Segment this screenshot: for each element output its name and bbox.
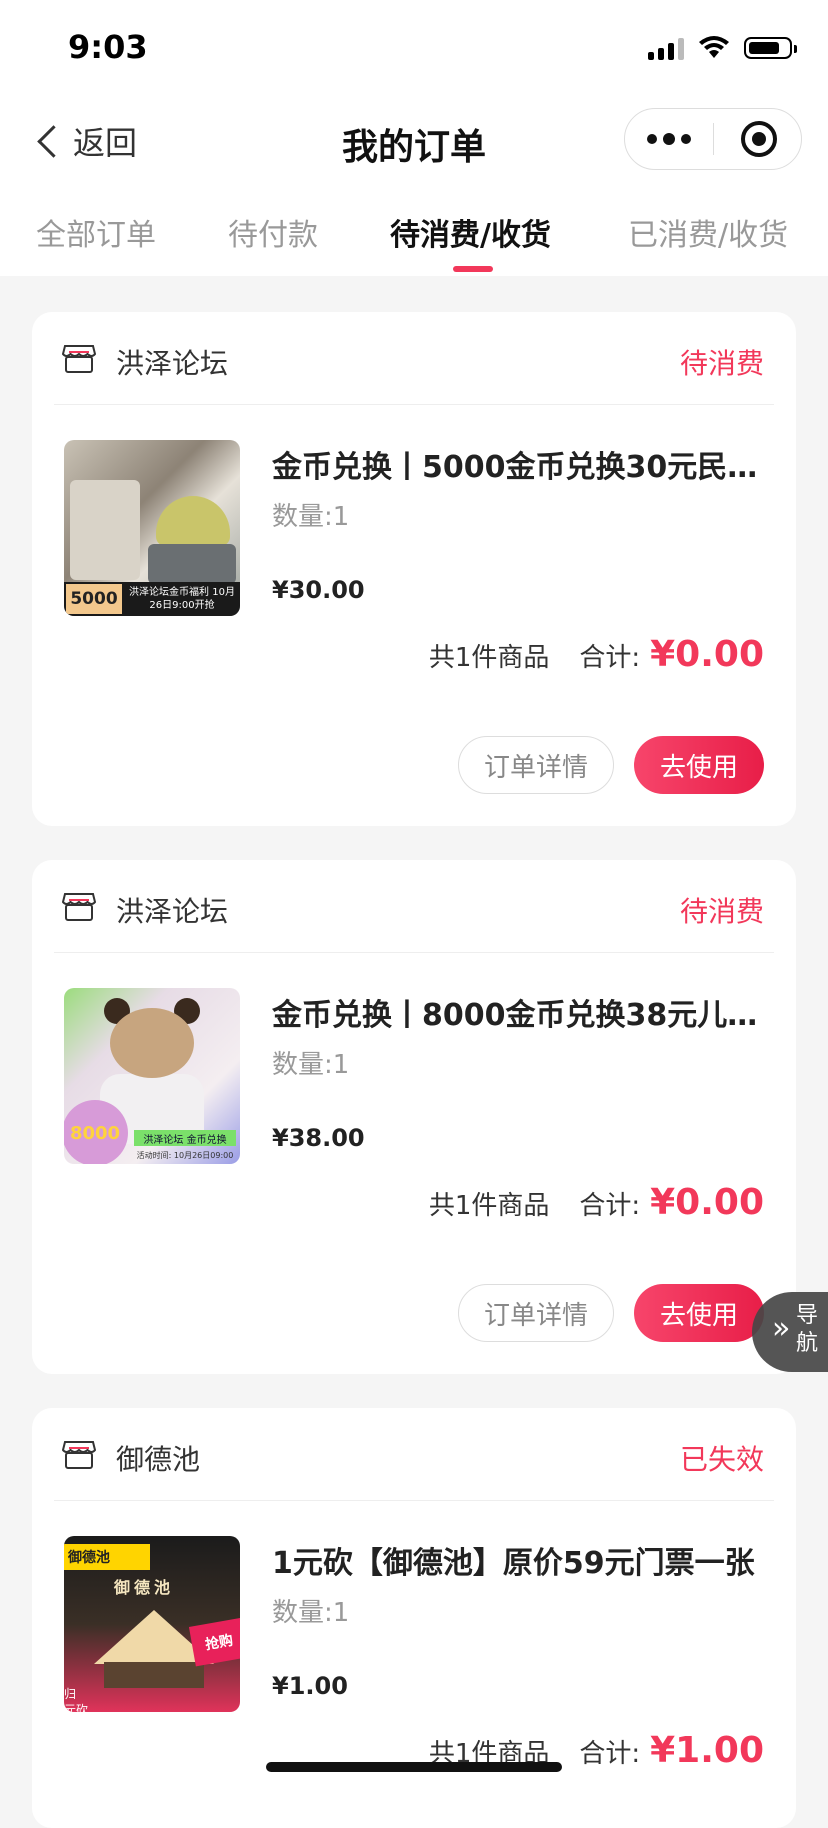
order-summary: 共1件商品 合计: ¥0.00	[429, 1182, 764, 1223]
thumbnail-subcaption: 活动时间: 10月26日09:00	[136, 1150, 234, 1160]
divider	[54, 952, 774, 953]
total-value: ¥1.00	[650, 1730, 764, 1771]
product-title[interactable]: 1元砍【御德池】原价59元门票一张	[272, 1538, 762, 1582]
thumbnail-badge: 5000	[66, 584, 122, 614]
product-price: ¥38.00	[272, 1124, 365, 1152]
shop-name[interactable]: 洪泽论坛	[116, 890, 228, 930]
order-status: 已失效	[679, 1443, 764, 1476]
use-button[interactable]: 去使用	[634, 736, 764, 794]
product-price: ¥30.00	[272, 576, 365, 604]
order-card: 洪泽论坛 待消费 8000 洪泽论坛 金币兑换 活动时间: 10月26日09:0…	[32, 860, 796, 1374]
order-detail-button[interactable]: 订单详情	[458, 1284, 614, 1342]
shop-icon	[62, 345, 96, 373]
signal-icon	[648, 36, 684, 60]
dot-icon	[681, 134, 691, 144]
product-title[interactable]: 金币兑换丨5000金币兑换30元民…	[272, 442, 762, 486]
shop-name[interactable]: 御德池	[116, 1438, 200, 1478]
capsule-divider	[713, 123, 714, 155]
total-label: 合计:	[579, 643, 641, 673]
order-status: 待消费	[679, 347, 764, 380]
wifi-icon	[699, 36, 729, 58]
shop-name[interactable]: 洪泽论坛	[116, 342, 228, 382]
product-quantity: 数量:1	[272, 502, 350, 532]
total-value: ¥0.00	[650, 1182, 764, 1223]
order-status: 待消费	[679, 895, 764, 928]
product-quantity: 数量:1	[272, 1050, 350, 1080]
tab-pending-consume[interactable]: 待消费/收货	[390, 210, 551, 254]
order-summary: 共1件商品 合计: ¥0.00	[429, 634, 764, 675]
thumbnail-badge: 8000	[64, 1100, 128, 1164]
double-chevron-icon: »	[772, 1311, 791, 1346]
floating-nav-label: 导航	[796, 1303, 819, 1356]
thumbnail-side-text: 归 元砍	[64, 1687, 89, 1712]
shop-icon	[62, 893, 96, 921]
battery-icon	[744, 37, 797, 59]
tab-all-orders[interactable]: 全部订单	[36, 210, 156, 254]
card-header: 洪泽论坛 待消费	[32, 860, 796, 952]
item-count: 共1件商品	[428, 643, 550, 673]
thumbnail-tag: 御德池	[64, 1544, 150, 1570]
product-title[interactable]: 金币兑换丨8000金币兑换38元儿…	[272, 990, 762, 1034]
product-price: ¥1.00	[272, 1672, 348, 1700]
status-icons	[648, 36, 797, 60]
thumbnail-caption: 洪泽论坛 金币兑换	[134, 1130, 236, 1146]
product-thumbnail[interactable]: 御德池 御德池 归 元砍 抢购	[64, 1536, 240, 1712]
miniprogram-capsule	[624, 108, 802, 170]
more-button[interactable]	[625, 109, 713, 169]
tab-active-indicator	[453, 266, 493, 272]
card-header: 洪泽论坛 待消费	[32, 312, 796, 404]
floating-nav-button[interactable]: » 导航	[752, 1292, 828, 1372]
order-tabs: 全部订单 待付款 待消费/收货 已消费/收货	[0, 190, 828, 276]
thumbnail-burst: 抢购	[188, 1617, 240, 1667]
tab-consumed[interactable]: 已消费/收货	[628, 210, 788, 254]
dot-icon	[663, 133, 675, 145]
divider	[54, 1500, 774, 1501]
dot-icon	[647, 134, 657, 144]
close-miniprogram-icon[interactable]	[741, 121, 777, 157]
use-button[interactable]: 去使用	[634, 1284, 764, 1342]
status-bar: 9:03	[0, 0, 828, 100]
thumbnail-sign: 御德池	[114, 1578, 175, 1597]
total-label: 合计:	[579, 1191, 641, 1221]
total-value: ¥0.00	[650, 634, 764, 675]
card-header: 御德池 已失效	[32, 1408, 796, 1500]
order-detail-button[interactable]: 订单详情	[458, 736, 614, 794]
total-label: 合计:	[579, 1739, 641, 1769]
nav-bar: 返回 我的订单	[0, 100, 828, 190]
product-quantity: 数量:1	[272, 1598, 350, 1628]
tab-pending-payment[interactable]: 待付款	[228, 210, 318, 254]
status-time: 9:03	[68, 28, 148, 66]
shop-icon	[62, 1441, 96, 1469]
order-card: 洪泽论坛 待消费 5000 洪泽论坛金币福利 10月26日9:00开抢 金币兑换…	[32, 312, 796, 826]
divider	[54, 404, 774, 405]
product-thumbnail[interactable]: 5000 洪泽论坛金币福利 10月26日9:00开抢	[64, 440, 240, 616]
item-count: 共1件商品	[428, 1191, 550, 1221]
thumbnail-caption: 洪泽论坛金币福利 10月26日9:00开抢	[129, 587, 235, 611]
home-indicator[interactable]	[266, 1762, 562, 1772]
product-thumbnail[interactable]: 8000 洪泽论坛 金币兑换 活动时间: 10月26日09:00	[64, 988, 240, 1164]
